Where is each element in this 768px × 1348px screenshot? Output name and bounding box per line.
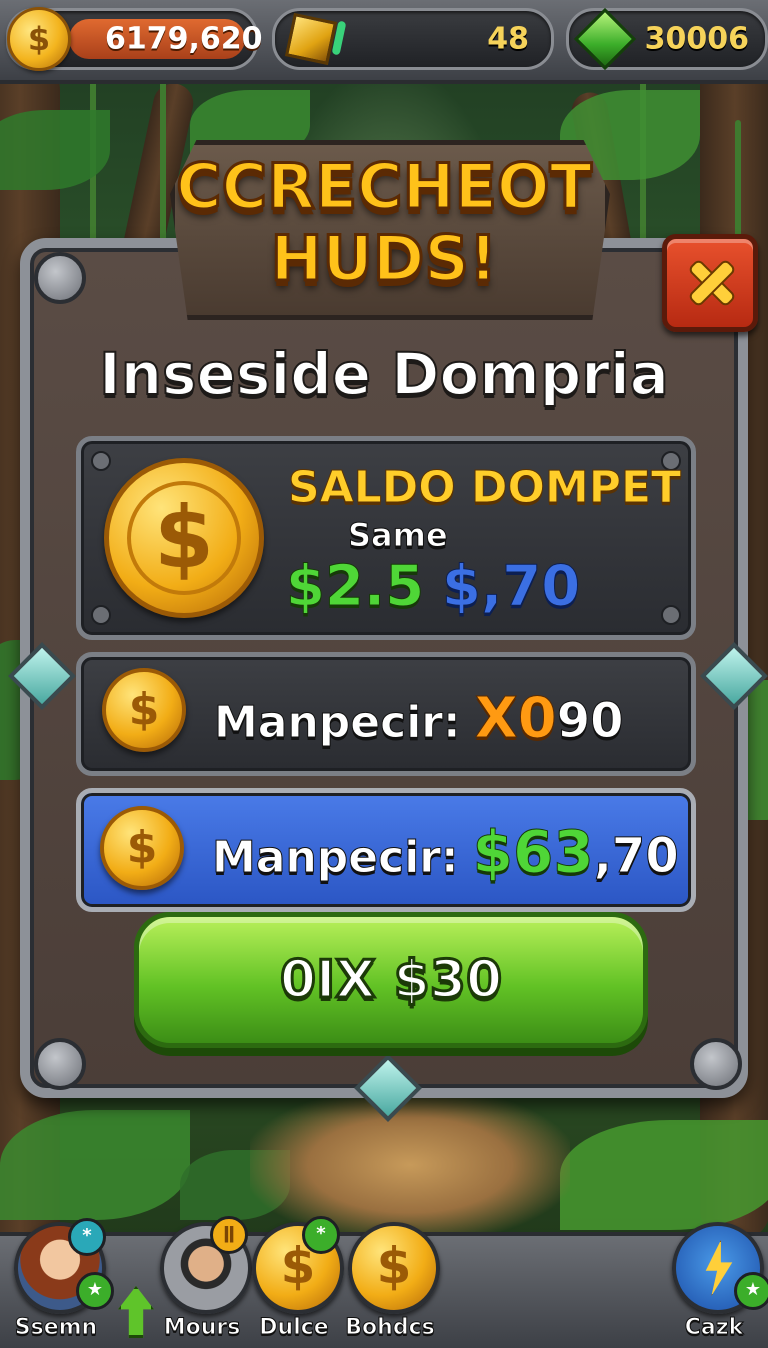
multiplier-value-suffix: 90 — [556, 693, 624, 750]
star-badge-icon: ★ — [734, 1272, 768, 1310]
gold-counter[interactable]: $ 6179,620 — [6, 7, 263, 71]
yellow-gem-icon — [284, 12, 338, 66]
nav-item-cazk[interactable]: ★ Cazk — [664, 1222, 768, 1341]
panel-bolt-icon — [34, 1038, 86, 1090]
multiplier-label: Manpecir: — [214, 697, 462, 749]
nav-item-dulce[interactable]: $ * Dulce — [244, 1216, 344, 1341]
balance-heading: SALDO DOMPET — [287, 462, 682, 514]
dollar-coin-icon: $ — [104, 458, 264, 618]
notification-badge-icon: * — [68, 1218, 106, 1256]
dialog-title: Inseside Dompria — [98, 339, 670, 409]
price-label: Manpecir: — [212, 832, 460, 884]
nav-item-bohdcs[interactable]: $ Bohdcs — [340, 1222, 440, 1341]
emerald-counter[interactable]: 30006 — [566, 7, 768, 71]
nav-item-ssemn[interactable]: * ★ Ssemn — [6, 1218, 114, 1341]
coin-icon: $ — [348, 1222, 440, 1314]
buy-button[interactable]: 0IX $30 — [134, 912, 648, 1048]
top-resource-bar: $ 6179,620 48 30006 — [0, 0, 768, 84]
balance-amount-blue: $,70 — [441, 554, 581, 620]
buy-button-label: 0IX $30 — [278, 949, 503, 1012]
gold-value: 6179,620 — [105, 21, 263, 57]
nav-label: Bohdcs — [345, 1315, 435, 1341]
emerald-value: 30006 — [644, 21, 749, 57]
gem-counter[interactable]: 48 — [272, 8, 554, 70]
balance-subheading: Same — [348, 516, 449, 555]
green-gem-icon — [573, 7, 637, 71]
banner-title-line2: HUDS! — [269, 221, 499, 297]
plus-badge-icon: * — [302, 1216, 340, 1254]
price-value: $63 — [472, 818, 594, 887]
nav-label: Cazk — [684, 1315, 744, 1341]
gem-value: 48 — [487, 21, 529, 57]
coin-badge-icon: ǁ — [210, 1216, 248, 1254]
banner-title-line1: CCRECHEOT — [175, 149, 594, 225]
panel-bolt-icon — [690, 1038, 742, 1090]
dollar-coin-icon: $ — [100, 806, 184, 890]
balance-amount-green: $2.5 — [285, 554, 425, 620]
dollar-coin-icon: $ — [7, 7, 71, 71]
dollar-coin-icon: $ — [102, 668, 186, 752]
multiplier-value: X0 — [474, 686, 557, 752]
close-button[interactable] — [662, 234, 758, 332]
price-value-suffix: ,70 — [593, 828, 679, 885]
star-badge-icon: ★ — [76, 1272, 114, 1310]
nav-label: Ssemn — [14, 1315, 98, 1341]
